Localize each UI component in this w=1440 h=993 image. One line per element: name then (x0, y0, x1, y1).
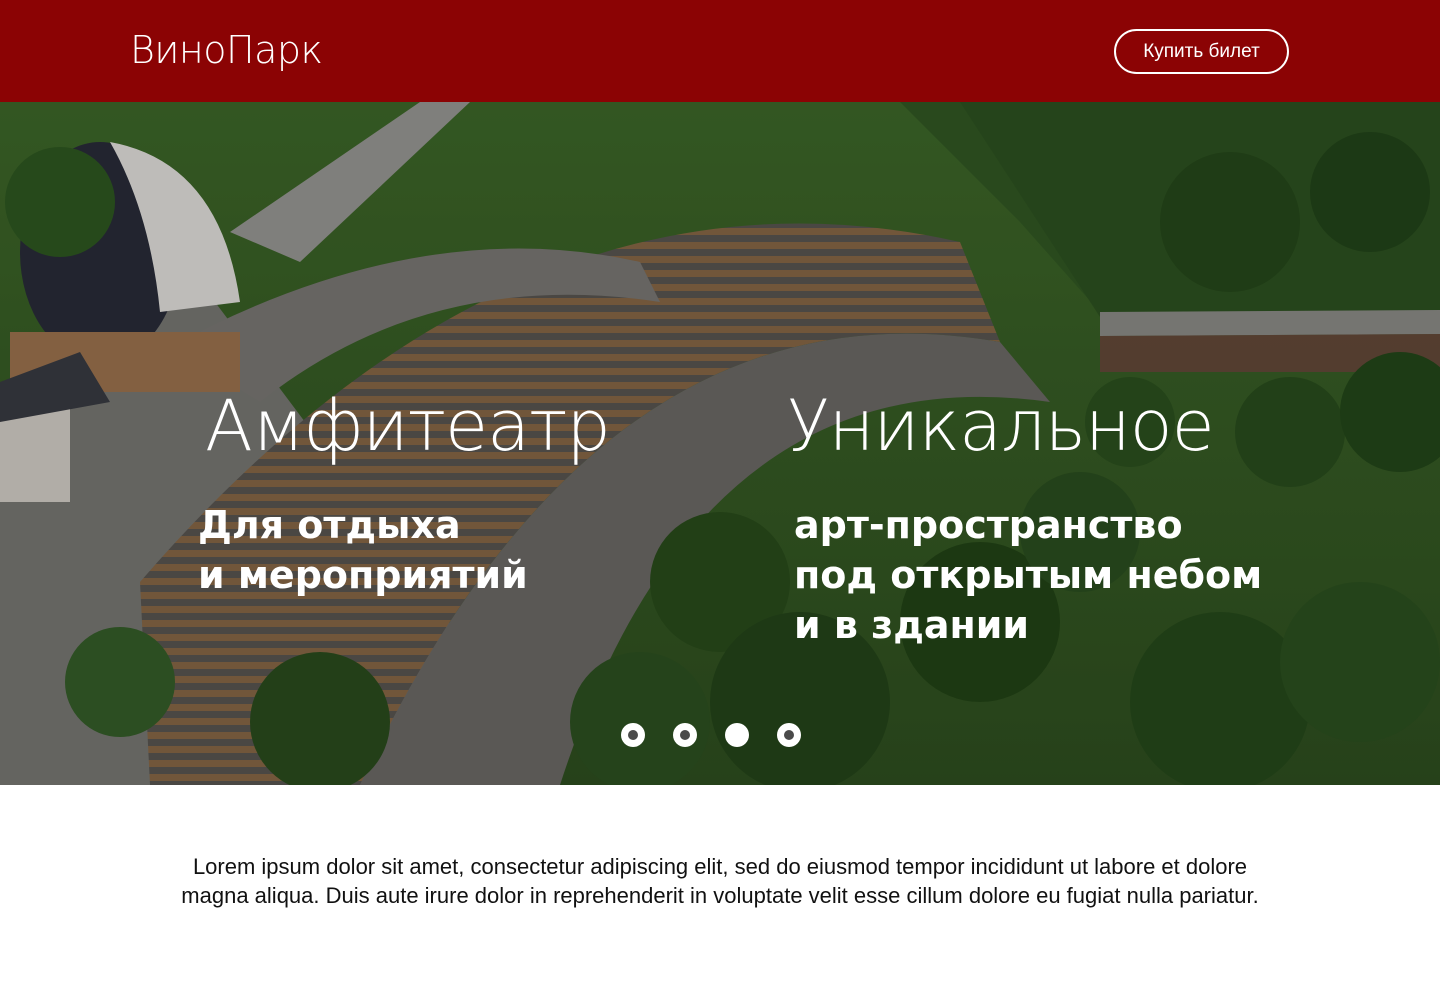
site-header: ВиноПарк Купить билет (0, 0, 1440, 102)
slider-dot-1[interactable] (621, 723, 645, 747)
hero-right-line-3: и в здании (794, 603, 1030, 647)
hero-right-line-2: под открытым небом (794, 553, 1263, 597)
slider-pagination (621, 723, 801, 747)
slider-dot-4[interactable] (777, 723, 801, 747)
hero-left-line-1: Для отдыха (198, 503, 461, 547)
hero-right-line-1: арт-пространство (794, 503, 1183, 547)
hero-left-subtitle: Для отдыха и мероприятий (198, 500, 528, 600)
hero-right-title: Уникальное (787, 385, 1215, 467)
slider-dot-3[interactable] (725, 723, 749, 747)
intro-text: Lorem ipsum dolor sit amet, consectetur … (181, 854, 1259, 908)
hero-slider: Амфитеатр Для отдыха и мероприятий Уника… (0, 102, 1440, 785)
slider-dot-2[interactable] (673, 723, 697, 747)
buy-ticket-button[interactable]: Купить билет (1114, 29, 1289, 74)
hero-left-line-2: и мероприятий (198, 553, 528, 597)
hero-left-title: Амфитеатр (205, 385, 611, 467)
hero-right-subtitle: арт-пространство под открытым небом и в … (794, 500, 1262, 650)
site-logo[interactable]: ВиноПарк (130, 28, 323, 72)
